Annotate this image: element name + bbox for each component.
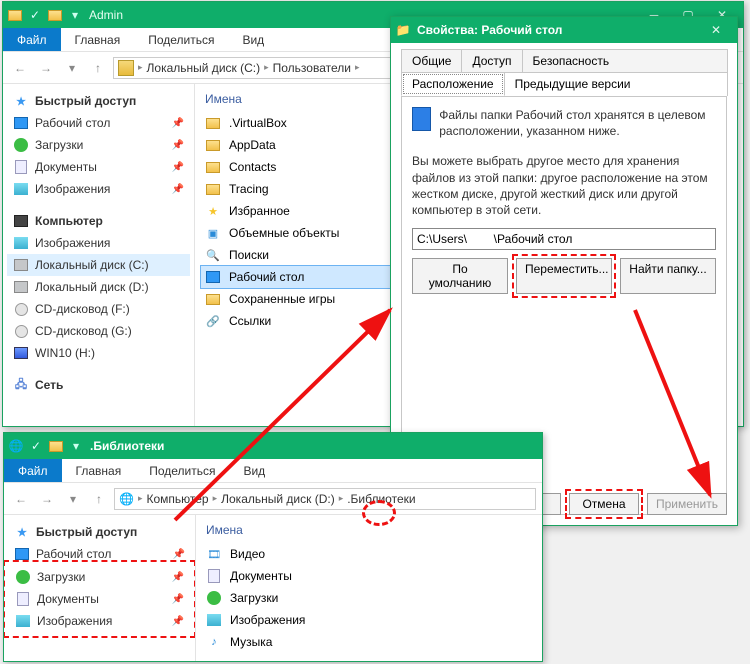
folder-videos[interactable]: 🎞Видео xyxy=(202,543,536,565)
home-tab[interactable]: Главная xyxy=(61,28,135,51)
pin-icon: 📌 xyxy=(172,162,184,173)
highlight-circle xyxy=(362,500,396,526)
view-tab[interactable]: Вид xyxy=(228,28,278,51)
folder-large-icon xyxy=(412,107,431,131)
app-icon: 🌐 xyxy=(119,492,134,506)
qat-folder-icon[interactable] xyxy=(47,7,63,23)
nav-cd-g[interactable]: CD-дисковод (G:) xyxy=(7,320,190,342)
dialog-close-button[interactable]: ✕ xyxy=(699,17,733,43)
folder-pictures[interactable]: Изображения xyxy=(202,609,536,631)
file-tab[interactable]: Файл xyxy=(3,28,61,51)
folder-downloads[interactable]: Загрузки xyxy=(202,587,536,609)
folder-documents[interactable]: Документы xyxy=(202,565,536,587)
quick-access[interactable]: ★Быстрый доступ xyxy=(7,90,190,112)
ribbon: Файл Главная Поделиться Вид xyxy=(4,459,542,483)
address-bar: ← → ▾ ↑ 🌐 ▸ Компьютер ▸ Локальный диск (… xyxy=(4,483,542,515)
up-button[interactable]: ↑ xyxy=(88,488,110,510)
disk-icon xyxy=(118,60,134,76)
nav-pictures[interactable]: Изображения📌 xyxy=(7,178,190,200)
breadcrumb[interactable]: 🌐 ▸ Компьютер ▸ Локальный диск (D:) ▸ .Б… xyxy=(114,488,536,510)
apply-button[interactable]: Применить xyxy=(647,493,727,515)
folder-icon: 📁 xyxy=(395,22,411,38)
tab-sharing[interactable]: Доступ xyxy=(461,49,522,72)
tab-general[interactable]: Общие xyxy=(401,49,462,72)
tab-security[interactable]: Безопасность xyxy=(522,49,728,72)
qat-check-icon[interactable]: ✓ xyxy=(28,438,44,454)
tab-previous-versions[interactable]: Предыдущие версии xyxy=(504,72,728,96)
nav-documents[interactable]: Документы📌 xyxy=(9,588,190,610)
nav-disk-d[interactable]: Локальный диск (D:) xyxy=(7,276,190,298)
dialog-titlebar[interactable]: 📁 Свойства: Рабочий стол ✕ xyxy=(391,17,737,43)
nav-downloads[interactable]: Загрузки📌 xyxy=(7,134,190,156)
crumb-computer[interactable]: Компьютер xyxy=(146,492,208,506)
crumb-users[interactable]: Пользователи xyxy=(273,61,351,75)
nav-desktop[interactable]: Рабочий стол📌 xyxy=(8,543,191,565)
crumb-disk-d[interactable]: Локальный диск (D:) xyxy=(221,492,335,506)
nav-pictures2[interactable]: Изображения xyxy=(7,232,190,254)
qat-dropdown-icon[interactable]: ▾ xyxy=(68,438,84,454)
move-button[interactable]: Переместить... xyxy=(516,258,612,294)
history-dropdown[interactable]: ▾ xyxy=(62,488,84,510)
history-dropdown[interactable]: ▾ xyxy=(61,57,83,79)
nav-cd-f[interactable]: CD-дисковод (F:) xyxy=(7,298,190,320)
highlighted-nav-items: Загрузки📌 Документы📌 Изображения📌 xyxy=(8,565,191,633)
share-tab[interactable]: Поделиться xyxy=(134,28,228,51)
crumb-disk-c[interactable]: Локальный диск (C:) xyxy=(147,61,261,75)
back-button[interactable]: ← xyxy=(9,57,31,79)
app-icon: 🌐 xyxy=(8,438,24,454)
qat-dropdown-icon[interactable]: ▾ xyxy=(67,7,83,23)
qat-folder-icon[interactable] xyxy=(48,438,64,454)
navigation-pane: ★Быстрый доступ Рабочий стол📌 Загрузки📌 … xyxy=(3,84,195,426)
window-title: Admin xyxy=(89,8,123,22)
nav-documents[interactable]: Документы📌 xyxy=(7,156,190,178)
chevron-right-icon: ▸ xyxy=(138,62,143,73)
tab-location[interactable]: Расположение xyxy=(401,72,505,96)
explorer-window-libraries: 🌐 ✓ ▾ .Библиотеки Файл Главная Поделитьс… xyxy=(3,432,543,662)
navigation-pane: ★Быстрый доступ Рабочий стол📌 Загрузки📌 … xyxy=(4,515,196,661)
restore-default-button[interactable]: По умолчанию xyxy=(412,258,508,294)
home-tab[interactable]: Главная xyxy=(62,459,136,482)
column-header-name[interactable]: Имена xyxy=(202,521,536,543)
file-tab[interactable]: Файл xyxy=(4,459,62,482)
qat-check-icon[interactable]: ✓ xyxy=(27,7,43,23)
nav-pictures[interactable]: Изображения📌 xyxy=(9,610,190,632)
chevron-right-icon: ▸ xyxy=(355,62,360,73)
nav-win10[interactable]: WIN10 (H:) xyxy=(7,342,190,364)
pin-icon: 📌 xyxy=(172,184,184,195)
folder-icon xyxy=(7,7,23,23)
path-input[interactable] xyxy=(412,228,716,250)
find-target-button[interactable]: Найти папку... xyxy=(620,258,716,294)
nav-network[interactable]: 🖧Сеть xyxy=(7,374,190,396)
dialog-title: Свойства: Рабочий стол xyxy=(417,23,562,37)
nav-computer[interactable]: Компьютер xyxy=(7,210,190,232)
nav-downloads[interactable]: Загрузки📌 xyxy=(9,566,190,588)
forward-button[interactable]: → xyxy=(36,488,58,510)
titlebar[interactable]: 🌐 ✓ ▾ .Библиотеки xyxy=(4,433,542,459)
quick-access[interactable]: ★Быстрый доступ xyxy=(8,521,191,543)
location-description-1: Файлы папки Рабочий стол хранятся в целе… xyxy=(439,107,716,139)
pin-icon: 📌 xyxy=(172,118,184,129)
up-button[interactable]: ↑ xyxy=(87,57,109,79)
content-pane: Имена 🎞Видео Документы Загрузки Изображе… xyxy=(196,515,542,661)
back-button[interactable]: ← xyxy=(10,488,32,510)
view-tab[interactable]: Вид xyxy=(229,459,279,482)
window-title: .Библиотеки xyxy=(90,439,164,453)
forward-button[interactable]: → xyxy=(35,57,57,79)
nav-disk-c[interactable]: Локальный диск (C:) xyxy=(7,254,190,276)
folder-music[interactable]: ♪Музыка xyxy=(202,631,536,653)
location-description-2: Вы можете выбрать другое место для хране… xyxy=(412,153,716,218)
share-tab[interactable]: Поделиться xyxy=(135,459,229,482)
cancel-button[interactable]: Отмена xyxy=(569,493,639,515)
pin-icon: 📌 xyxy=(172,140,184,151)
nav-desktop[interactable]: Рабочий стол📌 xyxy=(7,112,190,134)
chevron-right-icon: ▸ xyxy=(264,62,269,73)
